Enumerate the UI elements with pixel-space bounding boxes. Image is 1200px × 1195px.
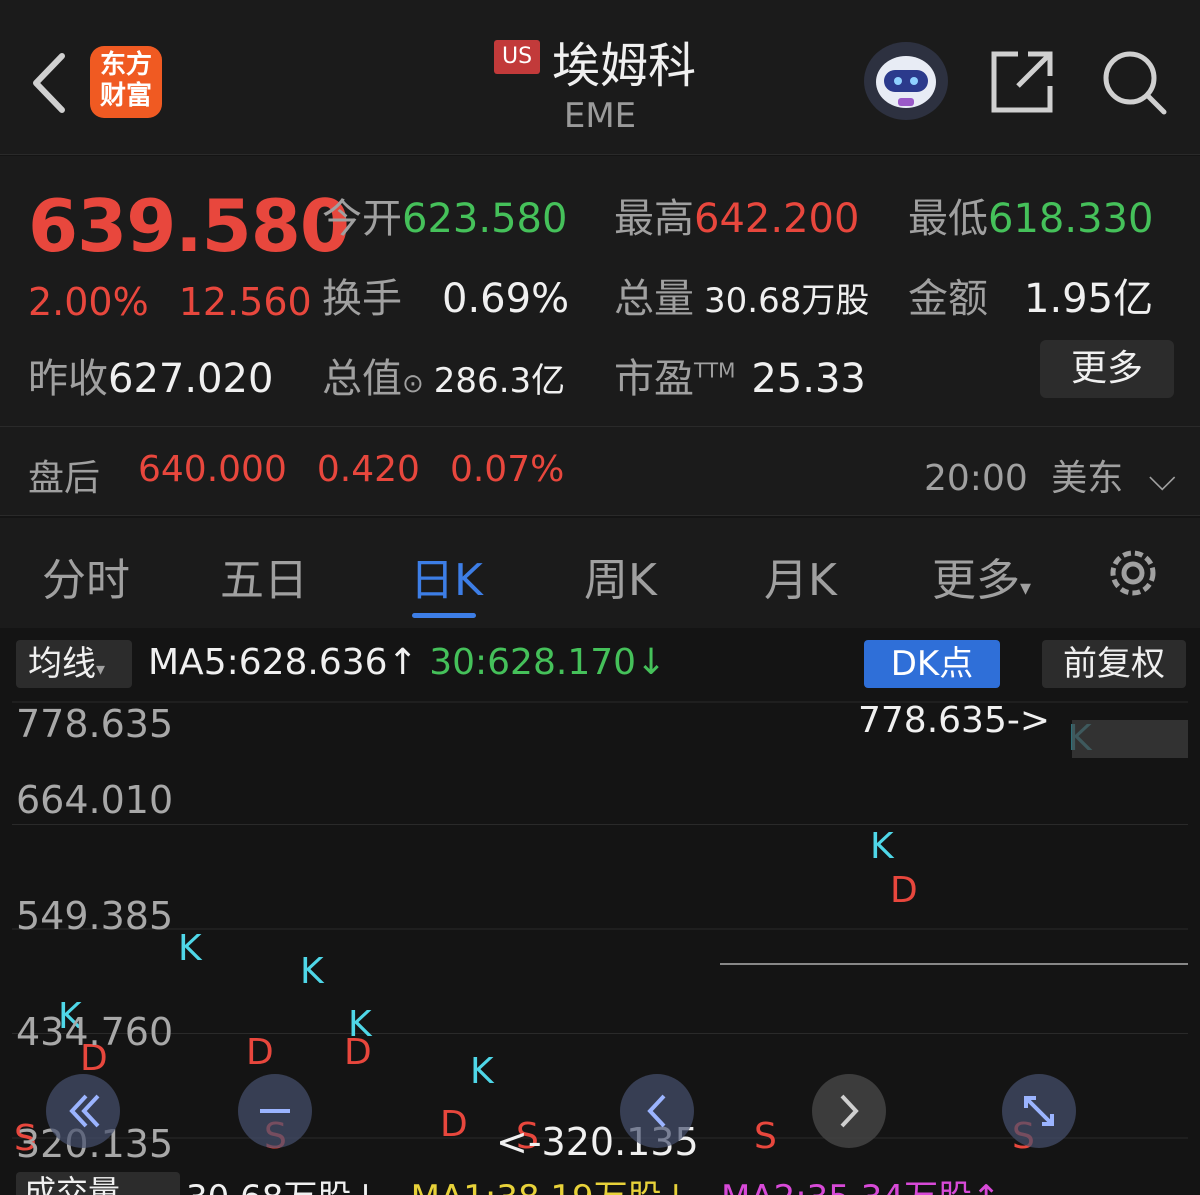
- quote-panel: 639.580 2.00% 12.560 今开623.580 最高642.200 …: [0, 156, 1200, 426]
- amount-field: 金额 1.95亿: [908, 276, 1154, 322]
- search-icon[interactable]: [1100, 48, 1168, 116]
- volume-values: 30.68万股↓ MA1:38.19万股↓ MA2:35.34万股↑: [186, 1170, 1000, 1195]
- turnover-value: 0.69%: [442, 276, 570, 322]
- fullscreen-button[interactable]: [1002, 1074, 1076, 1148]
- volume-indicator-bar: 成交量 30.68万股↓ MA1:38.19万股↓ MA2:35.34万股↑: [0, 1168, 1200, 1195]
- last-price: 639.580: [28, 184, 350, 268]
- volume-value: 30.68万股: [704, 281, 870, 321]
- y-tick-2: 664.010: [16, 778, 174, 822]
- market-badge: US: [494, 40, 541, 74]
- signal-marker-k: K: [178, 928, 203, 969]
- signal-marker-d: D: [344, 1032, 372, 1073]
- scroll-left-button[interactable]: [620, 1074, 694, 1148]
- prev-close-field: 昨收627.020: [28, 356, 274, 402]
- tab-daily-k[interactable]: 日K: [410, 544, 483, 608]
- top-nav-bar: 东方 财富 US 埃姆科 EME: [0, 0, 1200, 155]
- price-change: 2.00% 12.560: [28, 280, 312, 324]
- tab-weekly-k[interactable]: 周K: [584, 544, 657, 608]
- volume-selector[interactable]: 成交量: [16, 1172, 180, 1195]
- tab-intraday[interactable]: 分时: [42, 544, 130, 608]
- volume-field: 总量 30.68万股: [614, 276, 870, 322]
- signal-marker-s: S: [754, 1116, 777, 1157]
- max-highlight-box: [1072, 720, 1188, 758]
- ma-selector[interactable]: 均线▾: [16, 640, 132, 688]
- ma-values: MA5:628.636↑ 30:628.170↓: [148, 642, 667, 683]
- signal-marker-d: D: [246, 1032, 274, 1073]
- adjust-button[interactable]: 前复权: [1042, 640, 1186, 688]
- market-cap-value: 286.3亿: [433, 361, 566, 401]
- high-value: 642.200: [694, 196, 860, 242]
- stock-name: 埃姆科: [552, 38, 697, 94]
- signal-marker-k: K: [300, 951, 325, 992]
- signal-marker-d: D: [890, 870, 918, 911]
- dk-point-button[interactable]: DK点: [864, 640, 1000, 688]
- open-value: 623.580: [402, 196, 568, 242]
- after-hours-time: 20:00 美东 ⌵: [924, 458, 1176, 499]
- amount-value: 1.95亿: [1024, 276, 1154, 322]
- low-field: 最低618.330: [908, 196, 1154, 242]
- y-tick-1: 778.635: [16, 702, 174, 746]
- change-amount: 12.560: [178, 280, 312, 324]
- open-field: 今开623.580: [322, 196, 568, 242]
- market-cap-field: 总值⊙ 286.3亿: [322, 356, 566, 402]
- pe-field: 市盈TTM 25.33: [614, 356, 866, 402]
- tab-more[interactable]: 更多▾: [932, 544, 1031, 608]
- max-price-annotation: 778.635->: [858, 700, 1051, 741]
- change-percent: 2.00%: [28, 280, 149, 324]
- chart-period-tabs: 分时 五日 日K 周K 月K 更多▾: [0, 518, 1200, 628]
- after-hours-label: 盘后: [28, 458, 101, 499]
- y-tick-3: 549.385: [16, 894, 174, 938]
- tab-five-day[interactable]: 五日: [220, 544, 308, 608]
- low-value: 618.330: [988, 196, 1154, 242]
- share-icon[interactable]: [988, 48, 1056, 116]
- more-quote-button[interactable]: 更多: [1040, 340, 1174, 398]
- ai-assistant-robot-icon[interactable]: [864, 42, 948, 120]
- active-tab-indicator: [412, 613, 476, 618]
- signal-marker-k: K: [870, 826, 895, 867]
- after-hours-values: 640.000 0.420 0.07%: [138, 449, 565, 490]
- info-dots-icon[interactable]: ⊙: [402, 369, 424, 399]
- turnover-field: 换手 0.69%: [322, 276, 570, 322]
- prev-close-value: 627.020: [108, 356, 274, 402]
- pe-value: 25.33: [751, 356, 866, 402]
- high-field: 最高642.200: [614, 196, 860, 242]
- signal-marker-d: D: [440, 1104, 468, 1145]
- chevron-down-icon: ⌵: [1148, 458, 1176, 499]
- tab-monthly-k[interactable]: 月K: [764, 544, 837, 608]
- signal-marker-k: K: [470, 1051, 495, 1092]
- gear-icon[interactable]: [1104, 544, 1162, 602]
- after-hours-bar[interactable]: 盘后 640.000 0.420 0.07% 20:00 美东 ⌵: [0, 426, 1200, 516]
- zoom-out-button[interactable]: [238, 1074, 312, 1148]
- chart-controls: 均线▾ MA5:628.636↑ 30:628.170↓ DK点 前复权: [0, 628, 1200, 698]
- kline-chart[interactable]: KKKKKKKDDDDDSSSSS 778.635 664.010 549.38…: [0, 698, 1200, 1168]
- scroll-right-button[interactable]: [812, 1074, 886, 1148]
- scroll-far-left-button[interactable]: [46, 1074, 120, 1148]
- y-tick-4: 434.760: [16, 1010, 174, 1054]
